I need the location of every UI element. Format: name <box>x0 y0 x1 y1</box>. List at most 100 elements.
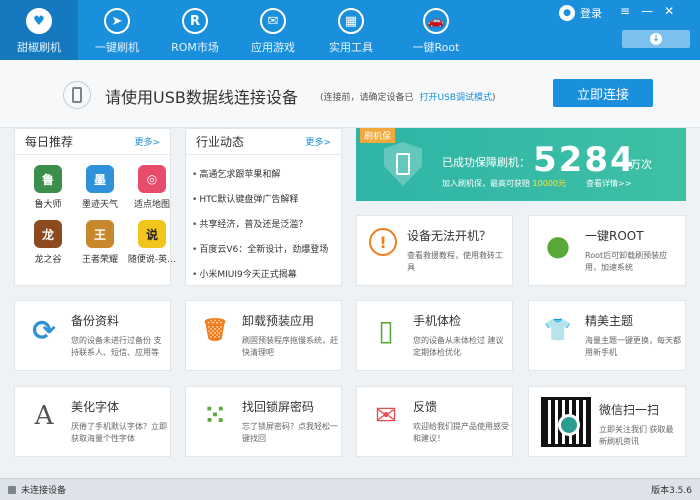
nav-tools[interactable]: ▦ 实用工具 <box>312 0 390 60</box>
app-name: 龙之谷 <box>34 255 62 265</box>
app-tile[interactable]: 墨 墨迹天气 <box>75 165 125 210</box>
news-item[interactable]: 百度云V6：全新设计，劲爆登场 <box>192 238 335 263</box>
feature-desc: 您的设备从未体检过 建议定期体检优化 <box>413 336 504 357</box>
font-icon: A <box>34 401 54 431</box>
speak-english-icon: 说 <box>138 220 166 248</box>
feature-title: 卸载预装应用 <box>242 314 315 328</box>
connect-now-button[interactable]: 立即连接 <box>553 79 653 107</box>
feature-title: 反馈 <box>413 400 438 414</box>
feature-desc: 海量主题一键更换，每天都用新手机 <box>585 336 681 357</box>
uninstall-card[interactable]: 🗑 卸载预装应用 刷固预装程序拖慢系统，赶快清理吧 <box>185 300 342 371</box>
feature-desc: 厌倦了手机默认字体？立即获取海量个性字体 <box>71 422 167 443</box>
feature-title: 手机体检 <box>413 314 462 328</box>
theme-card[interactable]: 👕 精美主题 海量主题一键更换，每天都用新手机 <box>528 300 686 371</box>
feature-desc: 立即关注我们 获取最新刷机资讯 <box>599 425 674 446</box>
connect-hint-text: (连接前，请确定设备已 <box>320 93 414 103</box>
connect-title: 请使用USB数据线连接设备 <box>105 88 298 107</box>
nav-one-click-root[interactable]: 🚗 一键Root <box>390 0 482 60</box>
feature-desc: Root后可卸载刷预装应用，加速系统 <box>585 251 668 272</box>
tshirt-icon: 👕 <box>544 317 572 343</box>
feature-desc: 欢迎给我们提产品使用感受和建议！ <box>413 422 509 443</box>
window-controls: ≡ — ✕ <box>620 4 674 18</box>
unlock-card[interactable]: ⁙ 找回锁屏密码 忘了锁屏密码？点我轻松一键找回 <box>185 386 342 457</box>
app-tile[interactable]: ◎ 适点地图 <box>127 165 177 210</box>
app-tile[interactable]: 王 王者荣耀 <box>75 220 125 265</box>
device-status-text: 未连接设备 <box>21 486 67 496</box>
root-card[interactable]: ● 一键ROOT Root后可卸载刷预装应用，加速系统 <box>528 215 686 286</box>
nav-label: 实用工具 <box>329 41 373 54</box>
dragon-nest-icon: 龙 <box>34 220 62 248</box>
app-name: 适点地图 <box>133 200 170 210</box>
wechat-card[interactable]: 微信扫一扫 立即关注我们 获取最新刷机资讯 <box>528 386 686 457</box>
login-button[interactable]: ● 登录 <box>559 5 602 21</box>
checkup-card[interactable]: ▯ 手机体检 您的设备从未体检过 建议定期体检优化 <box>356 300 513 371</box>
news-item[interactable]: 高通乞求跟苹果和解 <box>192 163 335 188</box>
news-item[interactable]: 共享经济，普及还是泛滥？ <box>192 213 335 238</box>
minimize-icon[interactable]: — <box>641 4 653 18</box>
app-tile[interactable]: 说 随便说-英… <box>127 220 177 265</box>
car-icon: 🚗 <box>423 8 449 34</box>
app-name: 王者荣耀 <box>81 255 118 265</box>
feature-desc: 刷固预装程序拖慢系统，赶快清理吧 <box>242 336 338 357</box>
nav-one-click-flash[interactable]: ➤ 一键刷机 <box>78 0 156 60</box>
feature-title: 一键ROOT <box>585 229 644 243</box>
protect-reward: 10000元 <box>532 179 566 188</box>
honor-of-kings-icon: 王 <box>86 220 114 248</box>
app-tile[interactable]: 鲁 鲁大师 <box>23 165 73 210</box>
status-bar: 未连接设备 版本3.5.6 <box>0 478 700 500</box>
rescue-card[interactable]: ! 设备无法开机？ 查看救援教程，使用救砖工具 <box>356 215 513 286</box>
trash-icon: 🗑 <box>201 317 229 343</box>
download-icon: ↓ <box>650 33 662 45</box>
usb-debug-link[interactable]: 打开USB调试模式 <box>420 93 492 103</box>
nav-label: 一键Root <box>412 41 460 54</box>
sync-icon: ⟳ <box>32 313 56 347</box>
daily-recommend-card: 每日推荐 更多> 鲁 鲁大师 墨 墨迹天气 ◎ 适点地图 龙 龙之谷 王 王者荣… <box>14 128 176 286</box>
version-label: 版本3.5.6 <box>651 486 692 496</box>
alert-icon: ! <box>369 228 397 256</box>
nav-label: 一键刷机 <box>95 41 139 54</box>
grid-icon: ▦ <box>338 8 364 34</box>
protect-sub-text: 加入刷机保，最高可获赔 <box>442 179 530 188</box>
news-item[interactable]: HTC默认键盘弹广告解释 <box>192 188 335 213</box>
feature-title: 找回锁屏密码 <box>242 400 315 414</box>
cursor-icon: ➤ <box>104 8 130 34</box>
feature-title: 备份资料 <box>71 314 120 328</box>
protect-detail-link[interactable]: 查看详情>> <box>586 178 631 189</box>
feature-title: 美化字体 <box>71 400 120 414</box>
app-name: 随便说-英… <box>127 255 177 265</box>
map-icon: ◎ <box>138 165 166 193</box>
menu-icon[interactable]: ≡ <box>620 4 630 18</box>
flash-protect-banner[interactable]: 刷机保 已成功保障刷机： 5284 万次 加入刷机保，最高可获赔 10000元 … <box>356 128 686 201</box>
daily-more-link[interactable]: 更多> <box>134 135 160 148</box>
protect-sub: 加入刷机保，最高可获赔 10000元 <box>442 178 566 189</box>
ludashi-icon: 鲁 <box>34 165 62 193</box>
feedback-card[interactable]: ✉ 反馈 欢迎给我们提产品使用感受和建议！ <box>356 386 513 457</box>
connect-hint-close: ) <box>492 93 496 103</box>
app-tile[interactable]: 龙 龙之谷 <box>23 220 73 265</box>
mail-icon: ✉ <box>260 8 286 34</box>
app-name: 鲁大师 <box>34 200 62 210</box>
feature-desc: 查看救援教程，使用救砖工具 <box>407 251 503 272</box>
connect-hint: (连接前，请确定设备已 打开USB调试模式) <box>320 90 496 103</box>
backup-card[interactable]: ⟳ 备份资料 您的设备未进行过备份 支持联系人、短信、应用等 <box>14 300 171 371</box>
weather-icon: 墨 <box>86 165 114 193</box>
app-name: 墨迹天气 <box>81 200 118 210</box>
user-icon: ● <box>559 5 575 21</box>
pepper-icon: ♥ <box>26 8 52 34</box>
industry-more-link[interactable]: 更多> <box>305 135 331 148</box>
download-button[interactable]: ↓ <box>622 30 690 48</box>
news-item[interactable]: 小米MIUI9今天正式揭幕 <box>192 263 335 288</box>
protect-title: 已成功保障刷机： <box>442 156 530 169</box>
phone-check-icon: ▯ <box>378 313 394 347</box>
industry-title: 行业动态 <box>196 135 245 149</box>
nav-apps-games[interactable]: ✉ 应用游戏 <box>234 0 312 60</box>
close-icon[interactable]: ✕ <box>664 4 674 18</box>
feature-title: 设备无法开机？ <box>407 229 492 243</box>
font-card[interactable]: A 美化字体 厌倦了手机默认字体？立即获取海量个性字体 <box>14 386 171 457</box>
login-label: 登录 <box>580 7 602 20</box>
nav-rom-market[interactable]: R ROM市场 <box>156 0 234 60</box>
industry-news-card: 行业动态 更多> 高通乞求跟苹果和解 HTC默认键盘弹广告解释 共享经济，普及还… <box>185 128 342 286</box>
envelope-icon: ✉ <box>375 401 397 431</box>
protect-count: 5284 <box>533 140 636 180</box>
nav-pepper-flash[interactable]: ♥ 甜椒刷机 <box>0 0 78 60</box>
